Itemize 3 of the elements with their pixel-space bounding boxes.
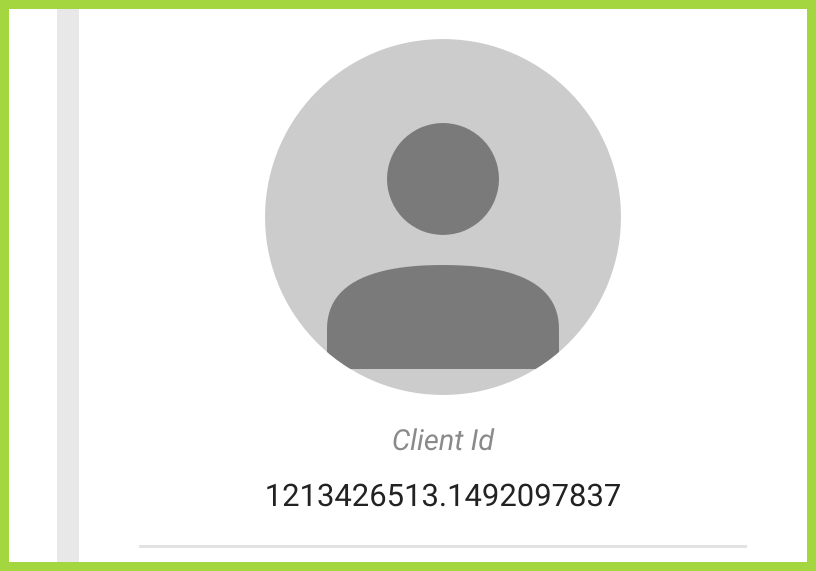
avatar-icon <box>265 39 621 395</box>
client-id-label: Client Id <box>392 423 494 459</box>
client-id-value: 1213426513.1492097837 <box>264 477 622 515</box>
